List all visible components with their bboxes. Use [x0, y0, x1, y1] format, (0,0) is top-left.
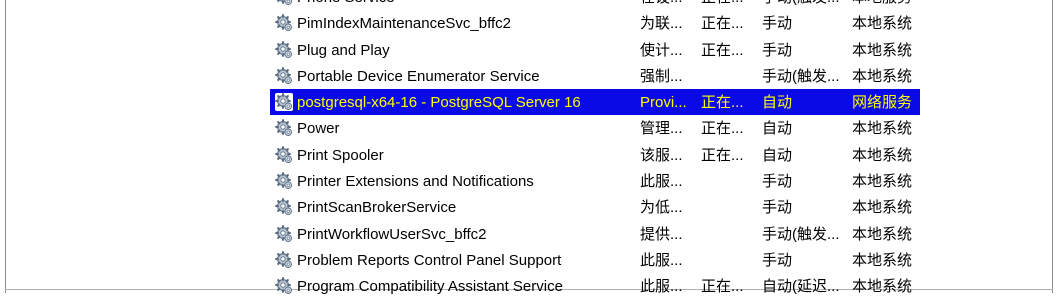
service-status: 正在... — [701, 94, 744, 112]
service-row[interactable]: Portable Device Enumerator Service 强制... 手… — [270, 63, 920, 89]
service-name: PrintScanBrokerService — [297, 199, 457, 217]
service-description: 在设... — [640, 0, 690, 7]
service-row-selected[interactable]: postgresql-x64-16 - PostgreSQL Server 16… — [270, 89, 920, 116]
service-description: Provi... — [640, 94, 687, 112]
service-description: 此服... — [640, 173, 683, 191]
service-logon-as: 本地系统 — [852, 146, 913, 164]
service-row[interactable]: Phone Service 在设... 正在... 手动(触发... 本地服务 — [270, 0, 920, 10]
service-startup-type: 手动 — [762, 199, 793, 217]
service-logon-as: 本地服务 — [852, 0, 922, 7]
service-row[interactable]: Problem Reports Control Panel Support 此服.… — [270, 247, 920, 273]
service-startup-type: 手动 — [762, 15, 793, 33]
service-gear-icon — [275, 0, 293, 6]
service-description: 该服... — [640, 146, 683, 164]
service-row[interactable]: PimIndexMaintenanceSvc_bffc2 为联... 正在... 手动… — [270, 10, 920, 36]
service-logon-as: 本地系统 — [852, 15, 913, 33]
service-status: 正在... — [701, 278, 744, 296]
service-status: 正在... — [701, 41, 744, 59]
service-name: Problem Reports Control Panel Support — [297, 251, 562, 269]
services-window: Phone Service 在设... 正在... 手动(触发... 本地服务 PimIn… — [0, 0, 1059, 295]
service-logon-as: 本地系统 — [852, 120, 913, 138]
service-logon-as: 本地系统 — [852, 173, 913, 191]
service-startup-type: 自动 — [762, 120, 793, 138]
service-row[interactable]: Power 管理... 正在... 自动 本地系统 — [270, 115, 920, 141]
service-description: 此服... — [640, 278, 683, 296]
service-gear-icon — [275, 198, 293, 216]
service-startup-type: 自动 — [762, 146, 793, 164]
service-row[interactable]: Plug and Play 使计... 正在... 手动 本地系统 — [270, 37, 920, 63]
service-gear-icon — [275, 224, 293, 243]
service-startup-type: 手动(触发... — [762, 225, 840, 243]
service-logon-as: 本地系统 — [852, 199, 913, 217]
service-name: PrintWorkflowUserSvc_bffc2 — [297, 225, 487, 243]
service-startup-type: 手动 — [762, 173, 793, 191]
service-description: 使计... — [640, 41, 683, 59]
service-startup-type: 手动 — [762, 251, 793, 269]
service-logon-as: 本地系统 — [852, 278, 913, 296]
service-name: Print Spooler — [297, 146, 384, 164]
service-logon-as: 本地系统 — [852, 251, 913, 269]
service-name: Program Compatibility Assistant Service — [297, 278, 563, 296]
service-name: Power — [297, 120, 340, 138]
service-logon-as: 本地系统 — [852, 225, 913, 243]
service-name: Phone Service — [297, 0, 627, 7]
service-name: PimIndexMaintenanceSvc_bffc2 — [297, 15, 512, 33]
service-description: 提供... — [640, 225, 683, 243]
service-gear-icon — [275, 172, 293, 190]
service-status: 正在... — [701, 120, 744, 138]
service-logon-as: 网络服务 — [852, 94, 913, 112]
service-description: 此服... — [640, 251, 683, 269]
service-gear-icon — [275, 66, 293, 85]
service-status: 正在... — [701, 0, 751, 7]
service-gear-icon — [275, 145, 293, 164]
service-gear-icon — [275, 251, 293, 269]
service-logon-as: 本地系统 — [852, 67, 913, 85]
service-startup-type: 手动(触发... — [762, 0, 842, 7]
service-name: Plug and Play — [297, 41, 390, 59]
service-gear-icon — [275, 14, 293, 32]
service-startup-type: 自动 — [762, 94, 793, 112]
service-row[interactable]: PrintScanBrokerService 为低... 手动 本地系统 — [270, 194, 920, 220]
service-status: 正在... — [701, 146, 744, 164]
service-description: 强制... — [640, 67, 683, 85]
service-logon-as: 本地系统 — [852, 41, 913, 59]
service-row[interactable]: PrintWorkflowUserSvc_bffc2 提供... 手动(触发... 本… — [270, 221, 920, 247]
window-border-right — [1052, 0, 1053, 293]
service-name: postgresql-x64-16 - PostgreSQL Server 16 — [297, 94, 581, 112]
service-row[interactable]: Program Compatibility Assistant Service 此… — [270, 273, 920, 299]
service-status: 正在... — [701, 15, 744, 33]
service-description: 为联... — [640, 15, 683, 33]
service-name: Printer Extensions and Notifications — [297, 173, 534, 191]
service-gear-icon — [275, 40, 293, 59]
service-description: 管理... — [640, 120, 683, 138]
service-name: Portable Device Enumerator Service — [297, 67, 540, 85]
window-border-left — [5, 0, 6, 293]
services-list: Phone Service 在设... 正在... 手动(触发... 本地服务 PimIn… — [270, 0, 930, 300]
service-gear-icon — [275, 93, 293, 112]
service-description: 为低... — [640, 199, 683, 217]
service-row[interactable]: Print Spooler 该服... 正在... 自动 本地系统 — [270, 142, 920, 168]
service-startup-type: 自动(延迟... — [762, 278, 840, 296]
service-gear-icon — [275, 119, 293, 137]
service-startup-type: 手动(触发... — [762, 67, 840, 85]
service-startup-type: 手动 — [762, 41, 793, 59]
service-row[interactable]: Printer Extensions and Notifications 此服..… — [270, 168, 920, 194]
